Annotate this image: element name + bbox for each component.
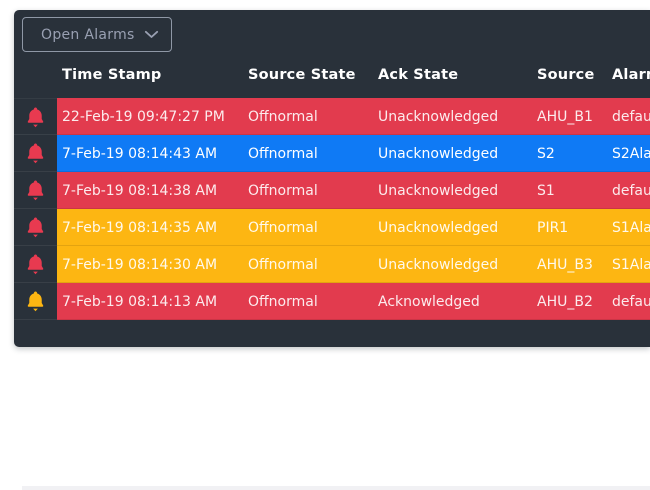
- alarm-filter-dropdown[interactable]: Open Alarms: [22, 17, 172, 52]
- column-header-source-state[interactable]: Source State: [248, 67, 378, 83]
- cell-time: 7-Feb-19 08:14:43 AM: [62, 146, 248, 162]
- alarm-row[interactable]: 7-Feb-19 08:14:35 AMOffnormalUnacknowled…: [57, 209, 650, 246]
- cell-source-state: Offnormal: [248, 109, 378, 125]
- alarm-row[interactable]: 7-Feb-19 08:14:30 AMOffnormalUnacknowled…: [57, 246, 650, 283]
- column-header-ack-state[interactable]: Ack State: [378, 67, 537, 83]
- alarm-bell-cell: [14, 172, 57, 209]
- cell-time: 7-Feb-19 08:14:35 AM: [62, 220, 248, 236]
- table-header-row: Time Stamp Source State Ack State Source…: [57, 52, 650, 98]
- alarm-row[interactable]: 22-Feb-19 09:47:27 PMOffnormalUnacknowle…: [57, 98, 650, 135]
- cell-alarm-class: defaultAlarmClass: [612, 109, 650, 125]
- cell-source-state: Offnormal: [248, 294, 378, 310]
- cell-alarm-class: S1AlarmClass: [612, 220, 650, 236]
- cell-ack-state: Unacknowledged: [378, 109, 537, 125]
- chevron-down-icon: [144, 30, 159, 39]
- alarm-row[interactable]: 7-Feb-19 08:14:43 AMOffnormalUnacknowled…: [57, 135, 650, 172]
- cell-alarm-class: S2AlarmClass: [612, 146, 650, 162]
- cell-alarm-class: S1AlarmClass: [612, 257, 650, 273]
- alarm-icon-column: [14, 98, 57, 320]
- cell-time: 22-Feb-19 09:47:27 PM: [62, 109, 248, 125]
- alarm-bell-cell: [14, 135, 57, 172]
- cell-time: 7-Feb-19 08:14:38 AM: [62, 183, 248, 199]
- column-header-time-stamp[interactable]: Time Stamp: [62, 67, 248, 83]
- column-header-source[interactable]: Source: [537, 67, 612, 83]
- cell-source-state: Offnormal: [248, 220, 378, 236]
- cell-source-state: Offnormal: [248, 257, 378, 273]
- cell-source: S2: [537, 146, 612, 162]
- bell-icon: [24, 215, 47, 239]
- alarm-console-panel: Open Alarms Time Stamp Source State Ack …: [14, 10, 650, 347]
- alarm-bell-cell: [14, 209, 57, 246]
- cell-alarm-class: defaultAlarmClass: [612, 294, 650, 310]
- cell-ack-state: Unacknowledged: [378, 220, 537, 236]
- cell-ack-state: Unacknowledged: [378, 146, 537, 162]
- bell-icon: [24, 178, 47, 202]
- cell-source-state: Offnormal: [248, 146, 378, 162]
- cell-source: AHU_B2: [537, 294, 612, 310]
- cell-source-state: Offnormal: [248, 183, 378, 199]
- alarm-row[interactable]: 7-Feb-19 08:14:38 AMOffnormalUnacknowled…: [57, 172, 650, 209]
- cell-ack-state: Acknowledged: [378, 294, 537, 310]
- alarm-bell-cell: [14, 98, 57, 135]
- alarm-bell-cell: [14, 283, 57, 320]
- cell-ack-state: Unacknowledged: [378, 257, 537, 273]
- cell-source: AHU_B1: [537, 109, 612, 125]
- alarm-bell-cell: [14, 246, 57, 283]
- cell-alarm-class: defaultAlarmClass: [612, 183, 650, 199]
- alarm-filter-label: Open Alarms: [41, 27, 135, 43]
- cell-time: 7-Feb-19 08:14:13 AM: [62, 294, 248, 310]
- cell-time: 7-Feb-19 08:14:30 AM: [62, 257, 248, 273]
- bell-icon: [24, 289, 47, 313]
- cell-source: S1: [537, 183, 612, 199]
- cell-source: PIR1: [537, 220, 612, 236]
- bottom-scrollbar-track[interactable]: [22, 486, 650, 490]
- bell-icon: [24, 252, 47, 276]
- bell-icon: [24, 105, 47, 129]
- alarm-row[interactable]: 7-Feb-19 08:14:13 AMOffnormalAcknowledge…: [57, 283, 650, 320]
- bell-icon: [24, 141, 47, 165]
- alarm-rows: 22-Feb-19 09:47:27 PMOffnormalUnacknowle…: [57, 98, 650, 320]
- cell-source: AHU_B3: [537, 257, 612, 273]
- cell-ack-state: Unacknowledged: [378, 183, 537, 199]
- column-header-alarm-class[interactable]: Alarm Class: [612, 67, 650, 83]
